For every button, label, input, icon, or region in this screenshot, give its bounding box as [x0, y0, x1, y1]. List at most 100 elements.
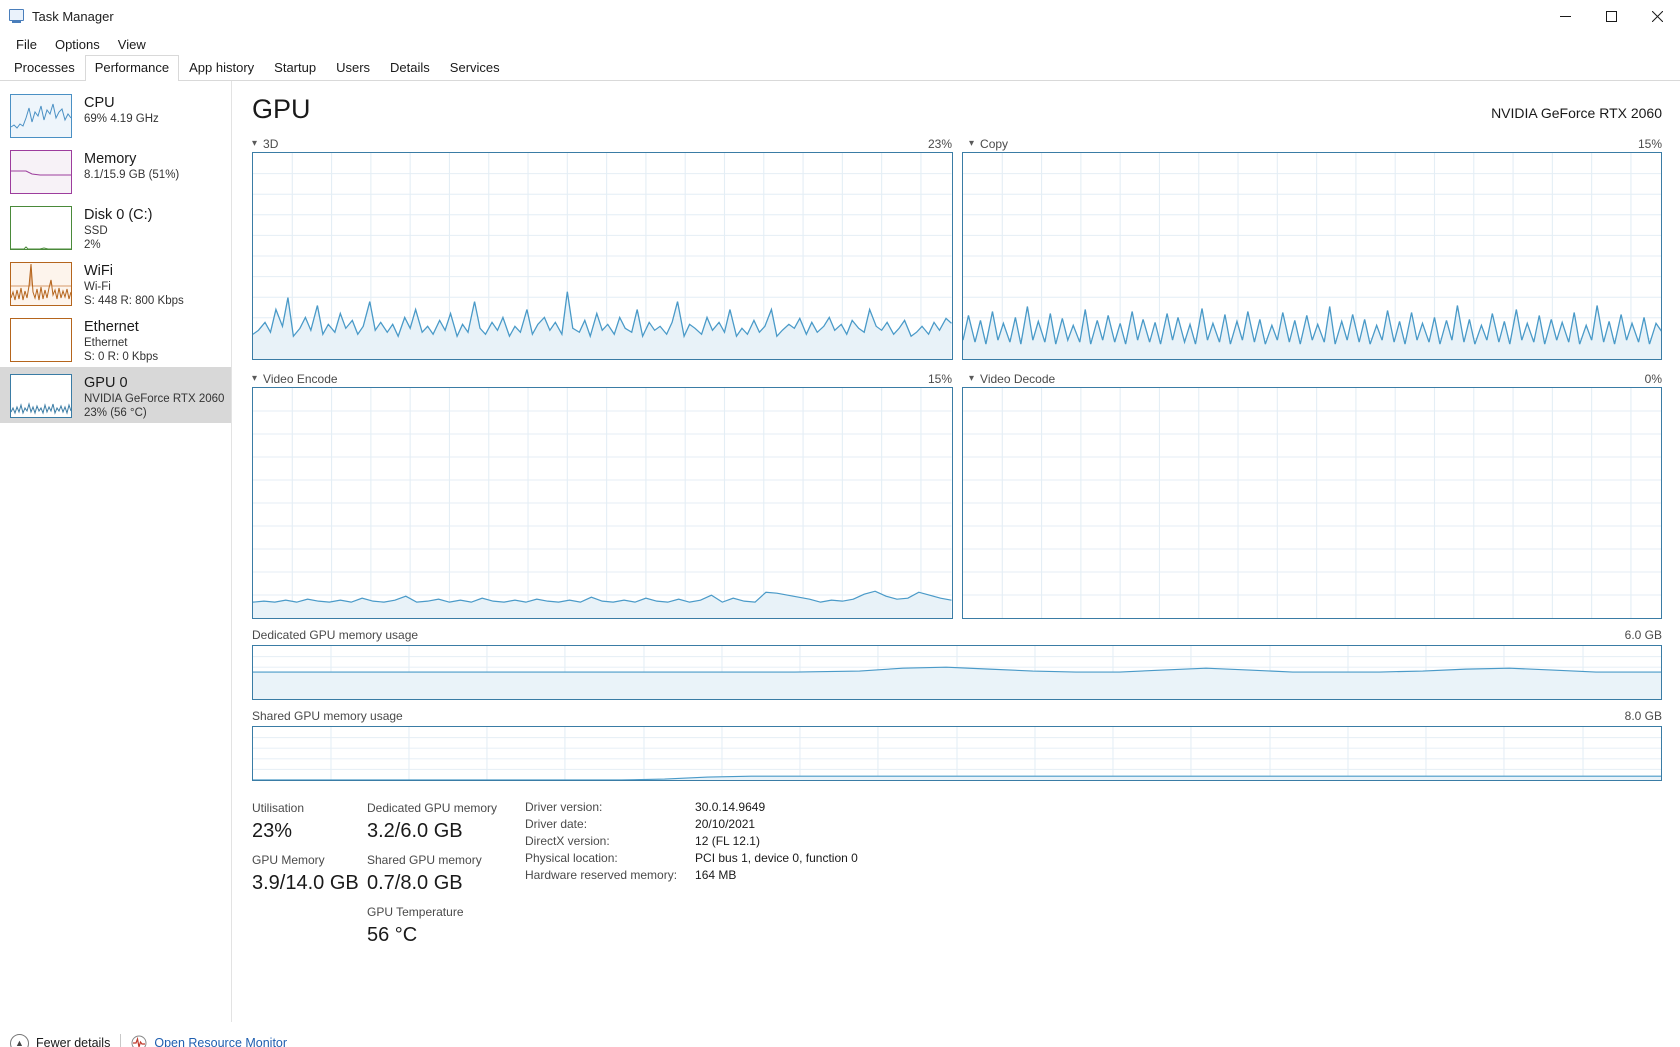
graph-dedicated-gpu-memory [252, 645, 1662, 700]
status-divider [120, 1034, 122, 1047]
tab-services[interactable]: Services [440, 55, 510, 80]
window-controls [1542, 0, 1680, 32]
sidebar-item-memory[interactable]: Memory 8.1/15.9 GB (51%) [0, 143, 231, 199]
tab-users[interactable]: Users [326, 55, 380, 80]
page-title: GPU [252, 94, 311, 124]
chevron-down-icon: ▾ [252, 137, 258, 149]
tab-details[interactable]: Details [380, 55, 440, 80]
graph-video-decode-value: 0% [1644, 371, 1662, 386]
graph-video-decode-header[interactable]: ▾ Video Decode [969, 372, 1055, 386]
info-value: PCI bus 1, device 0, function 0 [695, 851, 858, 865]
sidebar-item-sub1: Ethernet [84, 337, 128, 349]
graph-row-1-labels: ▾ 3D 23% ▾ Copy 15% [252, 135, 1662, 152]
tab-performance[interactable]: Performance [84, 55, 180, 81]
tab-strip: Processes Performance App history Startu… [0, 55, 1680, 81]
sidebar-item-label: GPU 0 [84, 375, 128, 391]
graph-video-encode-header[interactable]: ▾ Video Encode [252, 372, 338, 386]
graph-copy-header[interactable]: ▾ Copy [969, 137, 1008, 151]
graph-video-decode-label: Video Decode [980, 371, 1056, 386]
tab-processes[interactable]: Processes [4, 55, 85, 80]
minimize-icon[interactable] [1542, 0, 1588, 32]
info-value: 20/10/2021 [695, 817, 756, 831]
graph-3d [252, 152, 953, 360]
sidebar-item-cpu[interactable]: CPU 69% 4.19 GHz [0, 87, 231, 143]
menu-item-view[interactable]: View [110, 35, 154, 54]
graph-copy-value: 15% [1637, 136, 1662, 151]
chevron-up-icon: ▲ [10, 1033, 29, 1047]
stat-value: 0.7/8.0 GB [367, 872, 463, 894]
open-resource-monitor-label: Open Resource Monitor [154, 1036, 288, 1047]
dedicated-memory-label: Dedicated GPU memory usage [252, 628, 419, 642]
gpu-stats: Utilisation 23% GPU Memory 3.9/14.0 GB D… [252, 799, 1662, 955]
gpu-performance-panel: GPU NVIDIA GeForce RTX 2060 ▾ 3D 23% ▾ C… [232, 81, 1680, 1022]
menu-bar: File Options View [0, 32, 1680, 56]
stat-key: GPU Memory [252, 853, 325, 867]
info-value: 164 MB [695, 868, 737, 882]
info-key: Hardware reserved memory: [525, 868, 678, 882]
info-value: 30.0.14.9649 [695, 800, 766, 814]
stat-key: GPU Temperature [367, 905, 464, 919]
graph-3d-value: 23% [927, 136, 952, 151]
graph-row-2 [252, 387, 1662, 619]
gpu-info-values: 30.0.14.9649 20/10/2021 12 (FL 12.1) PCI… [695, 799, 858, 955]
shared-memory-label: Shared GPU memory usage [252, 709, 403, 723]
wifi-thumbnail-graph [10, 262, 72, 306]
sidebar-item-ethernet[interactable]: Ethernet Ethernet S: 0 R: 0 Kbps [0, 311, 231, 367]
open-resource-monitor-link[interactable]: Open Resource Monitor [131, 1035, 287, 1047]
graph-row-2-labels: ▾ Video Encode 15% ▾ Video Decode 0% [252, 370, 1662, 387]
graph-copy [961, 152, 1662, 360]
graph-video-encode-label: Video Encode [263, 371, 338, 386]
stat-col-memory: Dedicated GPU memory 3.2/6.0 GB Shared G… [367, 799, 507, 955]
stat-key: Dedicated GPU memory [367, 801, 498, 815]
close-icon[interactable] [1634, 0, 1680, 32]
sidebar-item-label: CPU [84, 95, 115, 111]
sidebar-item-disk0[interactable]: Disk 0 (C:) SSD 2% [0, 199, 231, 255]
cpu-thumbnail-graph [10, 94, 72, 138]
maximize-icon[interactable] [1588, 0, 1634, 32]
gpu-thumbnail-graph [10, 374, 72, 418]
menu-item-options[interactable]: Options [47, 35, 108, 54]
sidebar-item-gpu0[interactable]: GPU 0 NVIDIA GeForce RTX 2060 23% (56 °C… [0, 367, 231, 423]
dedicated-memory-max: 6.0 GB [1624, 628, 1662, 642]
gpu-device-name: NVIDIA GeForce RTX 2060 [1491, 105, 1662, 121]
gpu-info-keys: Driver version: Driver date: DirectX ver… [525, 799, 677, 955]
shared-memory-max: 8.0 GB [1624, 709, 1662, 723]
sidebar-item-sub1: 8.1/15.9 GB (51%) [84, 169, 180, 181]
stat-key: Utilisation [252, 801, 305, 815]
stat-value: 3.9/14.0 GB [252, 872, 359, 894]
task-manager-icon [8, 7, 26, 25]
sidebar-item-label: Memory [84, 151, 137, 167]
memory-thumbnail-graph [10, 150, 72, 194]
sidebar-item-label: Ethernet [84, 319, 139, 335]
sidebar-item-sub2: 23% (56 °C) [84, 407, 147, 419]
info-key: Driver date: [525, 817, 588, 831]
graph-3d-header[interactable]: ▾ 3D [252, 137, 278, 151]
dedicated-memory-label-row: Dedicated GPU memory usage 6.0 GB [252, 628, 1662, 642]
disk-thumbnail-graph [10, 206, 72, 250]
status-bar: ▲ Fewer details Open Resource Monitor [0, 1022, 1680, 1047]
graph-copy-label: Copy [980, 136, 1009, 151]
sidebar-item-label: WiFi [84, 263, 113, 279]
info-key: DirectX version: [525, 834, 610, 848]
graph-video-decode [961, 387, 1662, 619]
fewer-details-button[interactable]: ▲ Fewer details [10, 1033, 110, 1047]
stat-value: 56 °C [367, 924, 418, 946]
sidebar: CPU 69% 4.19 GHz Memory 8.1/15.9 GB (51%… [0, 81, 232, 1022]
sidebar-item-sub2: 2% [84, 239, 101, 251]
resource-monitor-icon [131, 1035, 147, 1047]
ethernet-thumbnail-graph [10, 318, 72, 362]
title-bar: Task Manager [0, 0, 1680, 32]
stat-value: 3.2/6.0 GB [367, 820, 463, 842]
chevron-down-icon: ▾ [969, 372, 975, 384]
graph-3d-label: 3D [263, 136, 279, 151]
info-key: Driver version: [525, 800, 603, 814]
tab-startup[interactable]: Startup [264, 55, 326, 80]
info-key: Physical location: [525, 851, 618, 865]
tab-app-history[interactable]: App history [179, 55, 264, 80]
sidebar-item-sub2: S: 0 R: 0 Kbps [84, 351, 159, 363]
sidebar-item-wifi[interactable]: WiFi Wi-Fi S: 448 R: 800 Kbps [0, 255, 231, 311]
sidebar-item-sub1: NVIDIA GeForce RTX 2060 [84, 393, 225, 405]
graph-video-encode-value: 15% [927, 371, 952, 386]
menu-item-file[interactable]: File [8, 35, 45, 54]
shared-memory-label-row: Shared GPU memory usage 8.0 GB [252, 709, 1662, 723]
